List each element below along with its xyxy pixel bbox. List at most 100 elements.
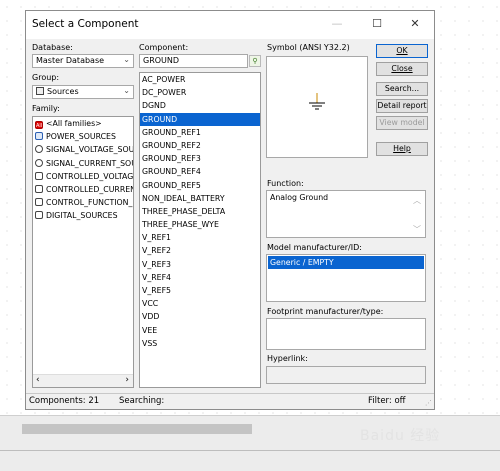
group-value-wrap: Sources <box>36 87 79 96</box>
sources-icon <box>36 87 44 95</box>
component-item[interactable]: GROUND_REF2 <box>140 139 260 152</box>
footprint-label: Footprint manufacturer/type: <box>267 307 384 316</box>
family-item[interactable]: SIGNAL_CURRENT_SOU <box>33 157 133 170</box>
component-item[interactable]: DC_POWER <box>140 86 260 99</box>
maximize-button[interactable]: ☐ <box>366 15 388 33</box>
component-item[interactable]: THREE_PHASE_DELTA <box>140 205 260 218</box>
model-label: Model manufacturer/ID: <box>267 243 362 252</box>
signal-current-icon <box>35 158 43 167</box>
view-model-button-label: View model <box>379 118 425 127</box>
hyperlink-label: Hyperlink: <box>267 354 308 363</box>
family-item-label: <All families> <box>46 119 102 128</box>
database-label: Database: <box>32 43 73 52</box>
footprint-listbox[interactable] <box>266 318 426 350</box>
database-dropdown[interactable]: Master Database ⌄ <box>32 54 134 68</box>
controlled-voltage-icon <box>35 171 43 180</box>
component-item[interactable]: VCC <box>140 297 260 310</box>
family-listbox[interactable]: All <All families> POWER_SOURCES SIGNAL_VOL… <box>32 116 134 388</box>
model-item[interactable]: Generic / EMPTY <box>268 256 424 270</box>
family-item[interactable]: DIGITAL_SOURCES <box>33 209 133 222</box>
component-item[interactable]: GROUND_REF4 <box>140 165 260 178</box>
family-item[interactable]: CONTROLLED_VOLTAGE <box>33 170 133 183</box>
signal-voltage-icon <box>35 145 43 154</box>
close-window-button[interactable]: ✕ <box>404 15 426 33</box>
family-item[interactable]: SIGNAL_VOLTAGE_SOU <box>33 143 133 156</box>
help-button[interactable]: Help <box>376 142 428 156</box>
filter-search-icon[interactable]: ⚲ <box>249 55 261 67</box>
control-function-icon <box>35 198 43 207</box>
close-button-label: Close <box>391 64 413 73</box>
model-listbox[interactable]: Generic / EMPTY <box>266 254 426 302</box>
group-value: Sources <box>47 87 79 96</box>
family-item-label: SIGNAL_VOLTAGE_SOU <box>46 145 133 155</box>
view-model-button[interactable]: View model <box>376 116 428 130</box>
family-item[interactable]: CONTROL_FUNCTION_B <box>33 196 133 209</box>
component-item[interactable]: V_REF5 <box>140 284 260 297</box>
component-item[interactable]: GROUND_REF3 <box>140 152 260 165</box>
ok-button[interactable]: OK <box>376 44 428 58</box>
family-item-label: CONTROLLED_VOLTAGE <box>46 171 133 181</box>
component-item[interactable]: V_REF4 <box>140 271 260 284</box>
family-item-label: DIGITAL_SOURCES <box>46 211 118 221</box>
family-item[interactable]: CONTROLLED_CURRENT <box>33 183 133 196</box>
family-item[interactable]: POWER_SOURCES <box>33 130 133 143</box>
family-label: Family: <box>32 104 60 113</box>
all-families-icon: All <box>35 121 43 129</box>
symbol-label: Symbol (ANSI Y32.2) <box>267 43 350 52</box>
help-button-label: Help <box>393 144 411 153</box>
chevron-down-icon: ⌄ <box>123 55 130 64</box>
component-search-value: GROUND <box>143 56 180 65</box>
function-label: Function: <box>267 179 304 188</box>
component-item[interactable]: V_REF3 <box>140 258 260 271</box>
component-item[interactable]: GROUND <box>140 112 260 126</box>
component-item[interactable]: VSS <box>140 337 260 350</box>
component-item[interactable]: VEE <box>140 324 260 337</box>
family-horizontal-scrollbar[interactable]: ‹ › <box>33 374 133 387</box>
close-button[interactable]: Close <box>376 62 428 76</box>
components-count: Components: 21 <box>29 396 100 406</box>
component-item[interactable]: GROUND_REF1 <box>140 126 260 139</box>
select-component-dialog: Select a Component — ☐ ✕ Database: Maste… <box>25 10 435 410</box>
hyperlink-field[interactable] <box>266 366 426 384</box>
family-item-label: CONTROLLED_CURRENT <box>46 184 133 194</box>
component-item[interactable]: NON_IDEAL_BATTERY <box>140 192 260 205</box>
family-item-label: CONTROL_FUNCTION_B <box>46 198 133 208</box>
function-textbox[interactable]: Analog Ground ︿ ﹀ <box>266 190 426 238</box>
component-item[interactable]: GROUND_REF5 <box>140 179 260 192</box>
search-button[interactable]: Search... <box>376 82 428 96</box>
digital-sources-icon <box>35 211 43 220</box>
resize-grip-icon[interactable]: ⋰ <box>425 399 432 407</box>
component-item[interactable]: THREE_PHASE_WYE <box>140 218 260 231</box>
detail-report-button[interactable]: Detail report <box>376 99 428 113</box>
family-item-label: SIGNAL_CURRENT_SOU <box>46 158 133 168</box>
scroll-down-icon[interactable]: ﹀ <box>413 224 421 235</box>
component-search-input[interactable]: GROUND <box>139 54 248 68</box>
searching-status: Searching: <box>119 396 165 406</box>
component-item[interactable]: VDD <box>140 310 260 323</box>
group-dropdown[interactable]: Sources ⌄ <box>32 85 134 99</box>
database-value: Master Database <box>36 56 105 65</box>
family-item-label: POWER_SOURCES <box>46 132 116 142</box>
detail-report-button-label: Detail report <box>377 101 427 110</box>
component-item[interactable]: V_REF1 <box>140 231 260 244</box>
ground-symbol-icon <box>309 93 325 110</box>
scroll-up-icon[interactable]: ︿ <box>413 195 421 206</box>
filter-status: Filter: off <box>368 396 406 406</box>
dialog-titlebar[interactable]: Select a Component — ☐ ✕ <box>26 11 434 39</box>
group-label: Group: <box>32 73 60 82</box>
minimize-button[interactable]: — <box>326 15 348 33</box>
scroll-left-icon[interactable]: ‹ <box>36 375 40 385</box>
component-item[interactable]: V_REF2 <box>140 244 260 257</box>
family-item[interactable]: All <All families> <box>33 117 133 130</box>
function-value: Analog Ground <box>270 193 329 202</box>
chevron-down-icon: ⌄ <box>123 86 130 95</box>
component-listbox[interactable]: AC_POWER DC_POWER DGND GROUND GROUND_REF1 GRO… <box>139 72 261 388</box>
ok-button-label: OK <box>396 46 408 55</box>
symbol-preview <box>266 56 368 158</box>
dialog-title: Select a Component <box>32 18 139 30</box>
component-item[interactable]: DGND <box>140 99 260 112</box>
component-item[interactable]: AC_POWER <box>140 73 260 86</box>
search-button-label: Search... <box>384 84 420 93</box>
scroll-right-icon[interactable]: › <box>125 375 129 385</box>
component-label: Component: <box>139 43 189 52</box>
